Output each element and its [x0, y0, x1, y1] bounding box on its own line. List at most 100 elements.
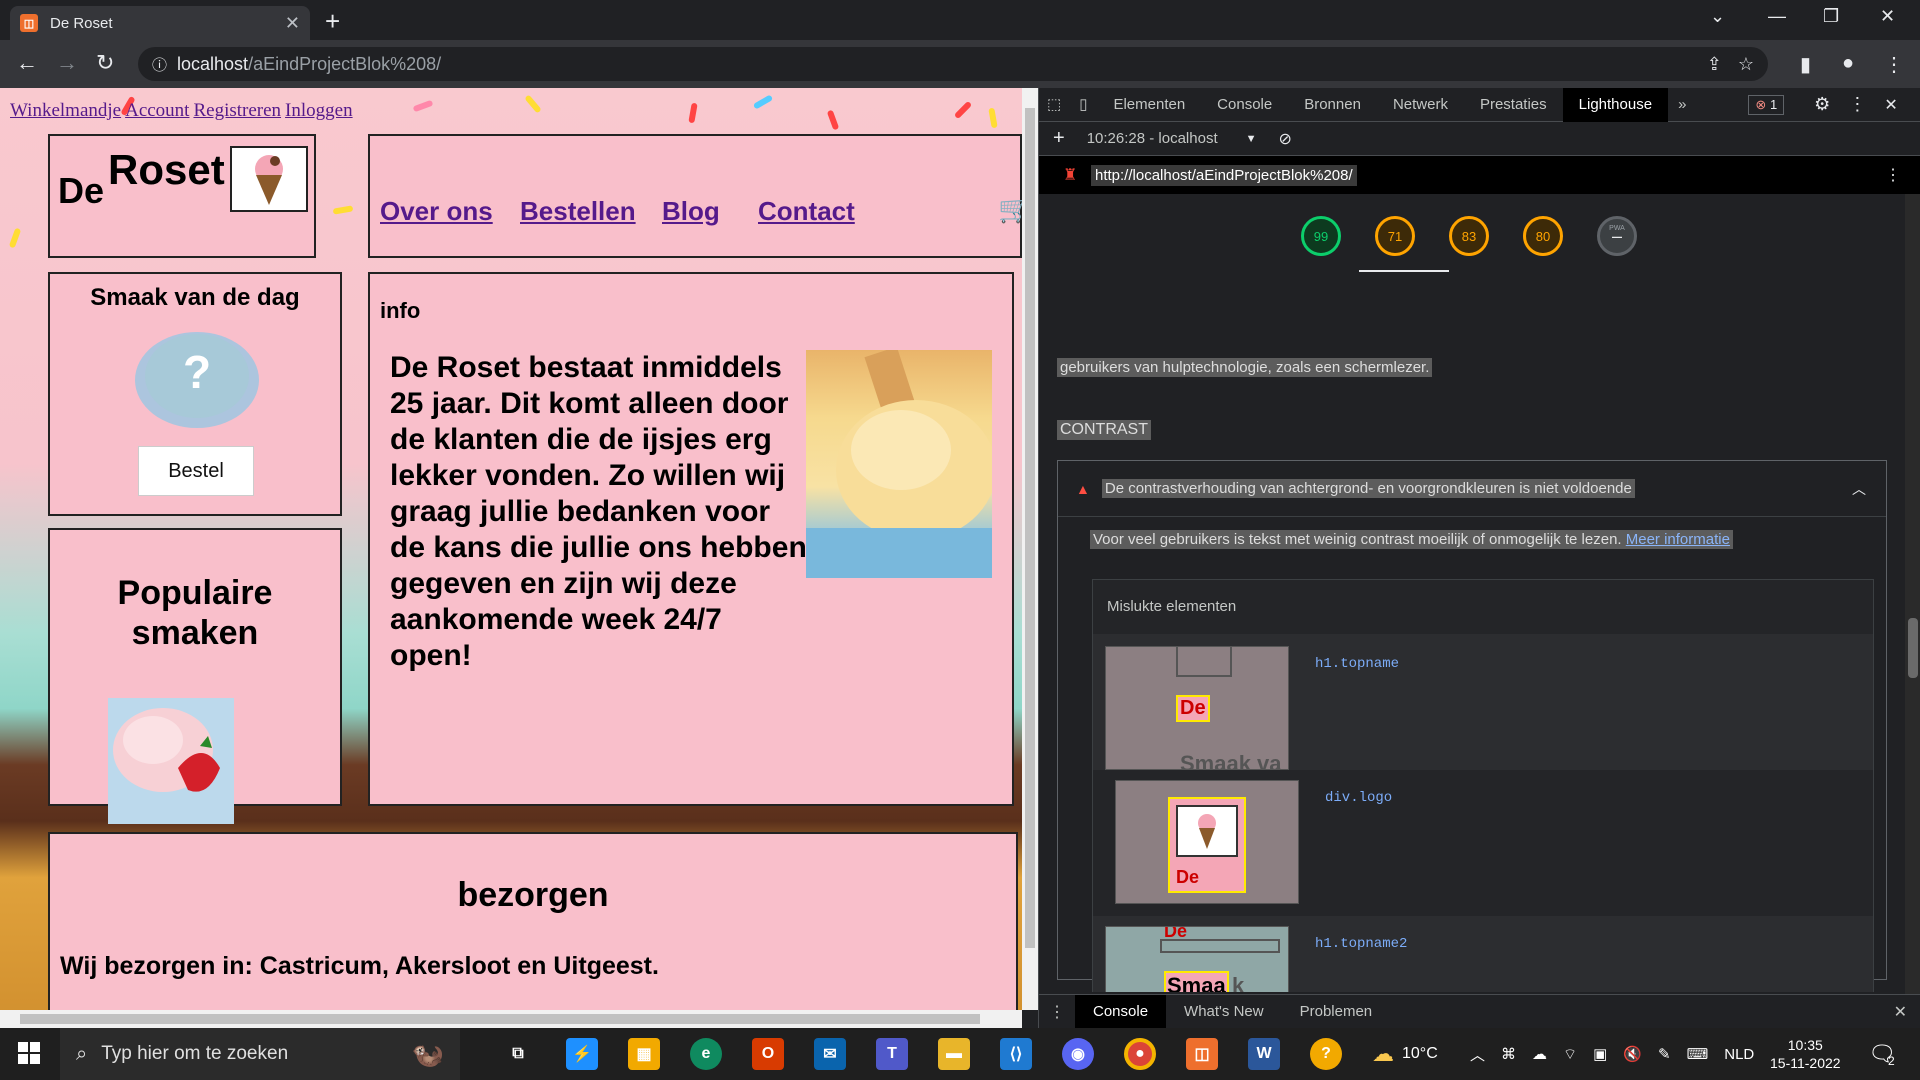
- app-roset-icon[interactable]: ◫: [1186, 1038, 1218, 1070]
- delivery-text: Wij bezorgen in: Castricum, Akersloot en…: [60, 952, 659, 980]
- page-vertical-scrollbar[interactable]: [1022, 88, 1038, 1010]
- tab-close-icon[interactable]: ✕: [285, 13, 300, 34]
- restore-icon[interactable]: ❐: [1823, 6, 1839, 27]
- edge-icon[interactable]: e: [690, 1038, 722, 1070]
- report-menu-icon[interactable]: ⋮: [1885, 165, 1901, 185]
- back-icon[interactable]: ←: [16, 50, 38, 76]
- drawer-tab-whats-new[interactable]: What's New: [1166, 995, 1282, 1029]
- onedrive-icon[interactable]: ☁: [1532, 1045, 1547, 1063]
- link-winkelmandje[interactable]: Winkelmandje: [10, 100, 121, 121]
- office-icon[interactable]: O: [752, 1038, 784, 1070]
- app-icon-1[interactable]: ⚡: [566, 1038, 598, 1070]
- tab-lighthouse[interactable]: Lighthouse: [1562, 87, 1669, 122]
- tab-bronnen[interactable]: Bronnen: [1288, 88, 1377, 122]
- score-best-practices[interactable]: 83: [1449, 216, 1489, 256]
- chrome-menu-icon[interactable]: ⋮: [1884, 52, 1904, 77]
- meer-informatie-link[interactable]: Meer informatie: [1626, 531, 1730, 548]
- profile-icon[interactable]: ●: [1842, 52, 1854, 75]
- score-seo[interactable]: 80: [1523, 216, 1563, 256]
- device-toolbar-icon[interactable]: ▯: [1069, 88, 1097, 122]
- drawer-tab-problemen[interactable]: Problemen: [1282, 995, 1391, 1029]
- score-pwa[interactable]: PWA –: [1597, 216, 1637, 256]
- clock[interactable]: 10:35 15-11-2022: [1770, 1028, 1841, 1080]
- browser-tab[interactable]: ◫ De Roset ✕: [10, 6, 310, 40]
- weather-widget[interactable]: ☁ 10°C: [1372, 1028, 1438, 1080]
- tab-console[interactable]: Console: [1201, 88, 1288, 122]
- audit-header[interactable]: ▲ De contrastverhouding van achtergrond-…: [1058, 461, 1886, 517]
- collapse-chevron-icon[interactable]: ︿: [1852, 479, 1866, 499]
- new-tab-icon[interactable]: +: [325, 6, 340, 37]
- nav-over-ons[interactable]: Over ons: [380, 196, 493, 227]
- flavor-of-day-title: Smaak van de dag: [90, 284, 300, 311]
- devtools-scrollbar[interactable]: [1905, 194, 1920, 994]
- tab-prestaties[interactable]: Prestaties: [1464, 88, 1563, 122]
- word-icon[interactable]: W: [1248, 1038, 1280, 1070]
- mail-icon[interactable]: ✉: [814, 1038, 846, 1070]
- forward-icon[interactable]: →: [56, 50, 78, 76]
- nav-blog[interactable]: Blog: [662, 196, 720, 227]
- tray-app-icon[interactable]: ⌘: [1501, 1045, 1516, 1063]
- language-indicator[interactable]: NLD: [1724, 1046, 1754, 1063]
- reload-icon[interactable]: ↻: [96, 50, 114, 76]
- report-dropdown-icon[interactable]: ▼: [1246, 133, 1257, 145]
- bookmark-star-icon[interactable]: ☆: [1738, 54, 1754, 75]
- wifi-icon[interactable]: ⌔: [1563, 1045, 1577, 1064]
- link-registreren[interactable]: Registreren: [193, 100, 281, 121]
- score-accessibility[interactable]: 71: [1375, 216, 1415, 256]
- error-count: 1: [1769, 96, 1778, 112]
- teams-icon[interactable]: T: [876, 1038, 908, 1070]
- taskbar-search[interactable]: ⌕ Typ hier om te zoeken 🦦: [60, 1028, 460, 1080]
- site-info-icon[interactable]: ⓘ: [152, 54, 167, 75]
- nav-bestellen[interactable]: Bestellen: [520, 196, 636, 227]
- bestel-button[interactable]: Bestel: [138, 446, 254, 496]
- selector-div-logo[interactable]: div.logo: [1325, 790, 1392, 806]
- link-account[interactable]: Account: [125, 100, 189, 121]
- chrome-icon[interactable]: ●: [1124, 1038, 1156, 1070]
- discord-icon[interactable]: ◉: [1062, 1038, 1094, 1070]
- start-windows-icon[interactable]: [18, 1042, 40, 1069]
- report-selector[interactable]: 10:26:28 - localhost: [1087, 130, 1218, 147]
- settings-gear-icon[interactable]: ⚙: [1814, 94, 1830, 115]
- minimize-icon[interactable]: —: [1768, 6, 1786, 27]
- address-bar[interactable]: ⓘ localhost/aEindProjectBlok%208/ ⇪ ☆: [138, 47, 1768, 81]
- share-icon[interactable]: ⇪: [1707, 54, 1722, 75]
- new-report-icon[interactable]: +: [1053, 127, 1065, 150]
- tab-netwerk[interactable]: Netwerk: [1377, 88, 1464, 122]
- score-performance[interactable]: 99: [1301, 216, 1341, 256]
- help-icon[interactable]: ?: [1310, 1038, 1342, 1070]
- link-inloggen[interactable]: Inloggen: [285, 100, 353, 121]
- keyboard-icon[interactable]: ⌨: [1687, 1045, 1709, 1063]
- tab-elementen[interactable]: Elementen: [1097, 88, 1201, 122]
- page-horizontal-scrollbar[interactable]: [0, 1010, 1022, 1028]
- task-view-icon[interactable]: ⧉: [502, 1038, 534, 1070]
- network-icon[interactable]: ▣: [1593, 1045, 1607, 1063]
- selector-h1-topname[interactable]: h1.topname: [1315, 656, 1399, 672]
- drawer-tab-console[interactable]: Console: [1075, 994, 1167, 1029]
- notification-center[interactable]: 🗨 2: [1868, 1028, 1896, 1080]
- tab-search-chevron-icon[interactable]: ⌄: [1710, 6, 1725, 27]
- cart-icon[interactable]: 🛒: [998, 194, 1022, 225]
- clear-reports-icon[interactable]: ⊘: [1279, 129, 1292, 149]
- pen-icon[interactable]: ✎: [1658, 1045, 1671, 1063]
- inspect-element-icon[interactable]: ⬚: [1039, 88, 1069, 122]
- devtools-close-icon[interactable]: ✕: [1884, 95, 1897, 115]
- selector-h1-topname2[interactable]: h1.topname2: [1315, 936, 1407, 952]
- failed-row[interactable]: De Smaa k van dag h1.topname2: [1093, 916, 1873, 992]
- window-close-icon[interactable]: ✕: [1880, 6, 1895, 27]
- failed-row[interactable]: De div.logo: [1093, 770, 1873, 916]
- vscode-icon[interactable]: ⟨⟩: [1000, 1038, 1032, 1070]
- devtools-menu-icon[interactable]: ⋮: [1848, 94, 1866, 115]
- volume-icon[interactable]: 🔇: [1623, 1045, 1642, 1063]
- more-tabs-icon[interactable]: »: [1668, 88, 1696, 122]
- error-badge[interactable]: ⊗ 1: [1748, 94, 1785, 115]
- report-url[interactable]: http://localhost/aEindProjectBlok%208/: [1091, 164, 1357, 186]
- side-panel-icon[interactable]: ▮: [1800, 52, 1811, 77]
- tray-chevron-icon[interactable]: ︿: [1470, 1044, 1485, 1065]
- microsoft-store-icon[interactable]: ▦: [628, 1038, 660, 1070]
- nav-contact[interactable]: Contact: [758, 196, 855, 227]
- logo-box[interactable]: De Roset: [48, 134, 316, 258]
- failed-row[interactable]: De Smaak va h1.topname: [1093, 634, 1873, 770]
- drawer-close-icon[interactable]: ✕: [1894, 1002, 1907, 1022]
- file-explorer-icon[interactable]: ▬: [938, 1038, 970, 1070]
- drawer-menu-icon[interactable]: ⋮: [1039, 1002, 1075, 1022]
